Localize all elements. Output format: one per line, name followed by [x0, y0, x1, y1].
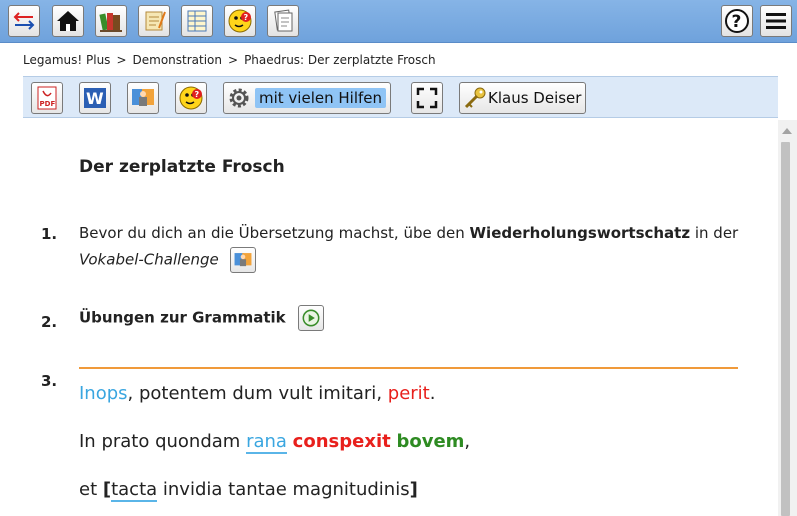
books-icon [99, 13, 122, 32]
word-icon: W [84, 88, 106, 108]
page-title: Der zerplatzte Frosch [79, 157, 285, 177]
key-icon [464, 87, 486, 109]
latin-text: . [429, 383, 436, 404]
user-name: Klaus Deiser [488, 89, 582, 107]
fullscreen-icon [416, 87, 438, 109]
gear-icon [229, 88, 249, 108]
step2-row: Übungen zur Grammatik [79, 305, 325, 331]
home-button[interactable] [52, 5, 84, 37]
svg-text:?: ? [195, 90, 200, 99]
breadcrumb-item-legamus[interactable]: Legamus! Plus [23, 53, 110, 67]
svg-text:?: ? [244, 13, 249, 22]
svg-text:PDF: PDF [40, 100, 56, 108]
help-button[interactable]: ? [721, 5, 753, 37]
library-button[interactable] [95, 5, 127, 37]
latin-text: , potentem dum vult imitari, [127, 383, 388, 404]
app-top-bar: ? ? [0, 0, 797, 43]
vocab-challenge-link[interactable]: Vokabel-Challenge [79, 251, 219, 269]
step1-line2: Vokabel-Challenge [79, 247, 256, 273]
help-level-label: mit vielen Hilfen [255, 88, 387, 108]
latin-word-conspexit[interactable]: conspexit [293, 431, 391, 452]
vocab-challenge-icon [132, 89, 154, 106]
latin-text: et [79, 479, 103, 500]
svg-text:?: ? [732, 12, 742, 32]
user-login-button[interactable]: Klaus Deiser [459, 82, 587, 114]
question-face-icon: ? [179, 86, 203, 110]
latin-text: invidia tantae magnitudinis [157, 479, 410, 500]
help-icon: ? [725, 9, 749, 33]
swap-button[interactable] [8, 5, 40, 37]
latin-text: In prato quondam [79, 431, 247, 452]
word-export-button[interactable]: W [79, 82, 111, 114]
breadcrumb-item-current: Phaedrus: Der zerplatzte Frosch [244, 53, 436, 67]
latin-word-bovem[interactable]: bovem [396, 431, 464, 452]
latin-line-3: et [tacta invidia tantae magnitudinis] [79, 479, 418, 502]
vocab-challenge-mini-button[interactable] [229, 247, 256, 273]
pages-icon [274, 9, 293, 32]
table-icon [187, 10, 207, 32]
svg-text:W: W [86, 89, 104, 108]
bracket-close: ] [409, 479, 418, 500]
step1-text-after: in der [690, 224, 739, 242]
step-number: 2. [41, 313, 58, 331]
pdf-icon: PDF [37, 86, 57, 110]
scroll-button[interactable] [138, 5, 170, 37]
latin-word-inops[interactable]: Inops [79, 383, 128, 404]
latin-word-tacta[interactable]: tacta [111, 479, 158, 502]
scroll-up-arrow-icon[interactable] [782, 128, 792, 134]
vocab-challenge-button[interactable] [127, 82, 159, 114]
step1-text: Bevor du dich an die Übersetzung machst,… [79, 224, 738, 242]
pages-button[interactable] [267, 5, 299, 37]
step1-text-before: Bevor du dich an die Übersetzung machst,… [79, 224, 470, 242]
latin-word-rana[interactable]: rana [246, 431, 287, 454]
latin-word-perit[interactable]: perit [388, 383, 430, 404]
lesson-content: Der zerplatzte Frosch 1. Bevor du dich a… [0, 120, 778, 516]
breadcrumb-separator: > [116, 53, 127, 67]
play-grammar-button[interactable] [298, 305, 325, 331]
section-divider [79, 367, 738, 369]
step1-text-bold: Wiederholungswortschatz [469, 224, 691, 242]
breadcrumb-separator: > [228, 53, 239, 67]
play-icon [302, 309, 320, 327]
vocab-challenge-icon [234, 253, 252, 267]
breadcrumb-item-demonstration[interactable]: Demonstration [133, 53, 223, 67]
scroll-icon [145, 11, 166, 31]
fullscreen-button[interactable] [411, 82, 443, 114]
step-number: 1. [41, 225, 58, 243]
vertical-scrollbar[interactable] [778, 120, 797, 516]
question-face-icon: ? [228, 9, 252, 33]
quiz-toolbar-button[interactable]: ? [175, 82, 207, 114]
latin-line-1: Inops, potentem dum vult imitari, perit. [79, 383, 435, 404]
scroll-thumb[interactable] [781, 142, 790, 516]
latin-text: , [464, 431, 471, 452]
latin-line-2: In prato quondam rana conspexit bovem, [79, 431, 471, 454]
quiz-button[interactable]: ? [224, 5, 256, 37]
breadcrumb: Legamus! Plus > Demonstration > Phaedrus: De… [23, 53, 436, 67]
bracket-open: [ [102, 479, 112, 500]
home-icon [57, 11, 79, 31]
document-toolbar: PDF W ? mit vielen Hilfen Klaus Deiser [23, 76, 778, 118]
step-number: 3. [41, 372, 58, 390]
menu-icon [766, 13, 786, 29]
grammar-exercises-label: Übungen zur Grammatik [79, 308, 286, 327]
table-button[interactable] [181, 5, 213, 37]
pdf-button[interactable]: PDF [31, 82, 63, 114]
swap-arrows-icon [13, 12, 35, 30]
menu-button[interactable] [760, 5, 792, 37]
help-level-button[interactable]: mit vielen Hilfen [223, 82, 392, 114]
